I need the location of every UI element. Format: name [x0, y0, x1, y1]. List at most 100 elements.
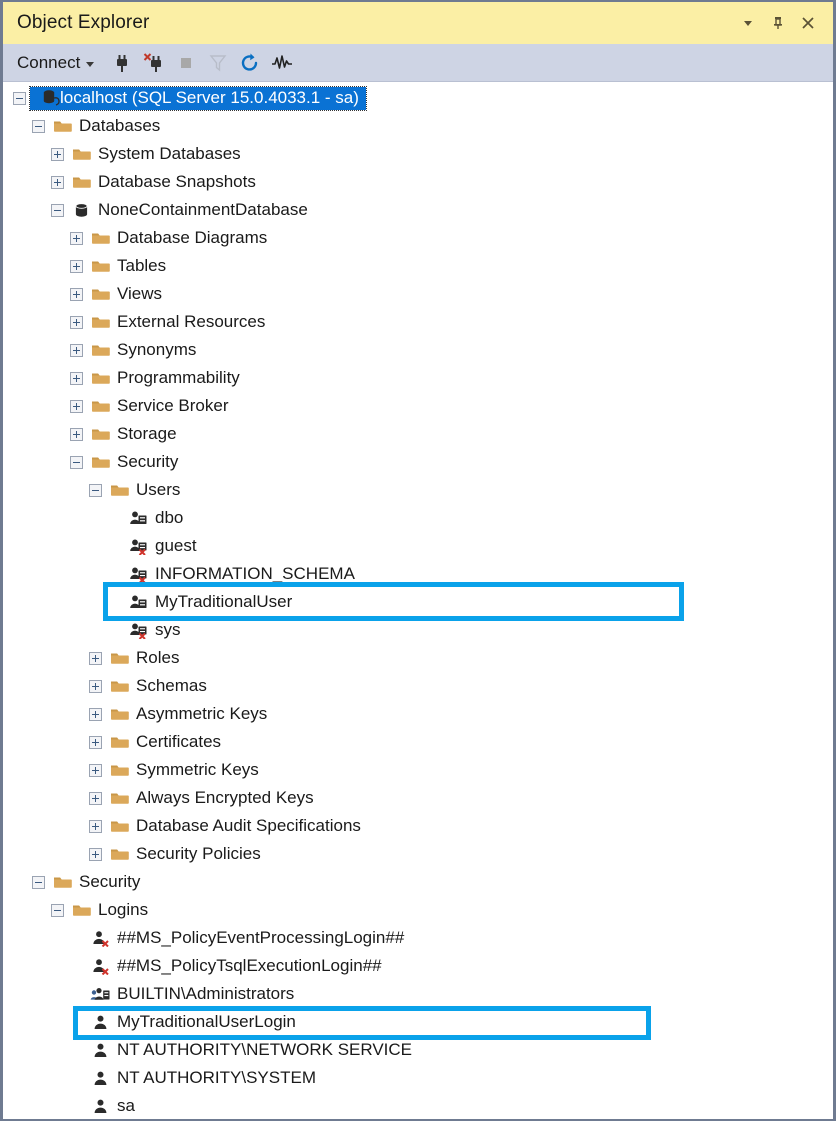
tree-node[interactable]: Security — [3, 448, 833, 476]
collapse-minus-icon[interactable] — [70, 455, 83, 469]
tree-node-content[interactable]: localhost (SQL Server 15.0.4033.1 - sa) — [29, 85, 367, 111]
tree-node-content[interactable]: Programmability — [83, 368, 244, 388]
tree-node[interactable]: MyTraditionalUser — [3, 588, 833, 616]
tree-node[interactable]: Users — [3, 476, 833, 504]
expand-plus-icon[interactable] — [70, 399, 83, 413]
refresh-icon[interactable] — [235, 48, 265, 78]
tree-node-content[interactable]: Database Snapshots — [64, 172, 260, 192]
tree-node-content[interactable]: sys — [121, 620, 185, 640]
tree-node-content[interactable]: BUILTIN\Administrators — [83, 984, 298, 1004]
tree-node[interactable]: Service Broker — [3, 392, 833, 420]
collapse-minus-icon[interactable] — [51, 203, 64, 217]
expand-plus-icon[interactable] — [89, 819, 102, 833]
expand-plus-icon[interactable] — [89, 707, 102, 721]
tree-node[interactable]: localhost (SQL Server 15.0.4033.1 - sa) — [3, 84, 833, 112]
tree-node[interactable]: BUILTIN\Administrators — [3, 980, 833, 1008]
tree-node[interactable]: Database Audit Specifications — [3, 812, 833, 840]
tree-node-content[interactable]: NoneContainmentDatabase — [64, 200, 312, 220]
tree-node-content[interactable]: NT AUTHORITY\NETWORK SERVICE — [83, 1040, 416, 1060]
tree-node[interactable]: Security — [3, 868, 833, 896]
tree-node-content[interactable]: guest — [121, 536, 201, 556]
tree-node-content[interactable]: NT AUTHORITY\SYSTEM — [83, 1068, 320, 1088]
tree-node-content[interactable]: Certificates — [102, 732, 225, 752]
tree-node[interactable]: Roles — [3, 644, 833, 672]
tree-node[interactable]: Security Policies — [3, 840, 833, 868]
tree-node-content[interactable]: INFORMATION_SCHEMA — [121, 564, 359, 584]
tree-node-content[interactable]: Schemas — [102, 676, 211, 696]
close-icon[interactable] — [793, 8, 823, 38]
expand-plus-icon[interactable] — [51, 147, 64, 161]
tree-node[interactable]: NT AUTHORITY\NETWORK SERVICE — [3, 1036, 833, 1064]
tree-node-content[interactable]: Database Diagrams — [83, 228, 271, 248]
tree-node-content[interactable]: Synonyms — [83, 340, 200, 360]
expand-plus-icon[interactable] — [89, 651, 102, 665]
tree-node[interactable]: guest — [3, 532, 833, 560]
tree-node-content[interactable]: Storage — [83, 424, 181, 444]
object-explorer-tree[interactable]: localhost (SQL Server 15.0.4033.1 - sa) D… — [3, 82, 833, 1119]
tree-node[interactable]: Database Snapshots — [3, 168, 833, 196]
tree-node-content[interactable]: dbo — [121, 508, 187, 528]
tree-node-content[interactable]: ##MS_PolicyEventProcessingLogin## — [83, 928, 408, 948]
tree-node[interactable]: NoneContainmentDatabase — [3, 196, 833, 224]
collapse-minus-icon[interactable] — [51, 903, 64, 917]
tree-node[interactable]: Schemas — [3, 672, 833, 700]
tree-node-content[interactable]: sa — [83, 1096, 139, 1116]
tree-node[interactable]: ##MS_PolicyEventProcessingLogin## — [3, 924, 833, 952]
expand-plus-icon[interactable] — [70, 315, 83, 329]
tree-node[interactable]: System Databases — [3, 140, 833, 168]
tree-node-content[interactable]: ##MS_PolicyTsqlExecutionLogin## — [83, 956, 386, 976]
tree-node[interactable]: Tables — [3, 252, 833, 280]
tree-node-content[interactable]: MyTraditionalUserLogin — [83, 1012, 300, 1032]
tree-node[interactable]: Certificates — [3, 728, 833, 756]
collapse-minus-icon[interactable] — [13, 91, 26, 105]
tree-node[interactable]: Databases — [3, 112, 833, 140]
tree-node-content[interactable]: Logins — [64, 900, 152, 920]
tree-node[interactable]: Storage — [3, 420, 833, 448]
tree-node-content[interactable]: Tables — [83, 256, 170, 276]
collapse-minus-icon[interactable] — [32, 119, 45, 133]
expand-plus-icon[interactable] — [70, 427, 83, 441]
expand-plus-icon[interactable] — [51, 175, 64, 189]
tree-node-content[interactable]: Security Policies — [102, 844, 265, 864]
tree-node-content[interactable]: Asymmetric Keys — [102, 704, 271, 724]
tree-node[interactable]: sa — [3, 1092, 833, 1119]
collapse-minus-icon[interactable] — [89, 483, 102, 497]
tree-node[interactable]: Synonyms — [3, 336, 833, 364]
filter-funnel-icon[interactable] — [203, 48, 233, 78]
disconnect-plug-icon[interactable] — [139, 48, 169, 78]
tree-node[interactable]: ##MS_PolicyTsqlExecutionLogin## — [3, 952, 833, 980]
collapse-minus-icon[interactable] — [32, 875, 45, 889]
tree-node-content[interactable]: Database Audit Specifications — [102, 816, 365, 836]
tree-node-content[interactable]: Security — [83, 452, 182, 472]
expand-plus-icon[interactable] — [70, 287, 83, 301]
tree-node[interactable]: Asymmetric Keys — [3, 700, 833, 728]
activity-monitor-icon[interactable] — [267, 48, 297, 78]
tree-node[interactable]: INFORMATION_SCHEMA — [3, 560, 833, 588]
tree-node-content[interactable]: Service Broker — [83, 396, 232, 416]
expand-plus-icon[interactable] — [89, 847, 102, 861]
tree-node[interactable]: Symmetric Keys — [3, 756, 833, 784]
tree-node-content[interactable]: Users — [102, 480, 184, 500]
tree-node[interactable]: Views — [3, 280, 833, 308]
tree-node-content[interactable]: Databases — [45, 116, 164, 136]
expand-plus-icon[interactable] — [89, 791, 102, 805]
tree-node[interactable]: Always Encrypted Keys — [3, 784, 833, 812]
tree-node[interactable]: dbo — [3, 504, 833, 532]
expand-plus-icon[interactable] — [89, 763, 102, 777]
tree-node[interactable]: sys — [3, 616, 833, 644]
pin-icon[interactable] — [763, 8, 793, 38]
tree-node-content[interactable]: Always Encrypted Keys — [102, 788, 318, 808]
expand-plus-icon[interactable] — [70, 371, 83, 385]
tree-node-content[interactable]: Symmetric Keys — [102, 760, 263, 780]
tree-node-content[interactable]: System Databases — [64, 144, 245, 164]
tree-node[interactable]: Logins — [3, 896, 833, 924]
tree-node-content[interactable]: MyTraditionalUser — [121, 592, 296, 612]
expand-plus-icon[interactable] — [89, 679, 102, 693]
expand-plus-icon[interactable] — [89, 735, 102, 749]
connect-plug-icon[interactable] — [107, 48, 137, 78]
tree-node-content[interactable]: External Resources — [83, 312, 269, 332]
expand-plus-icon[interactable] — [70, 259, 83, 273]
tree-node[interactable]: External Resources — [3, 308, 833, 336]
tree-node[interactable]: Database Diagrams — [3, 224, 833, 252]
tree-node-content[interactable]: Views — [83, 284, 166, 304]
